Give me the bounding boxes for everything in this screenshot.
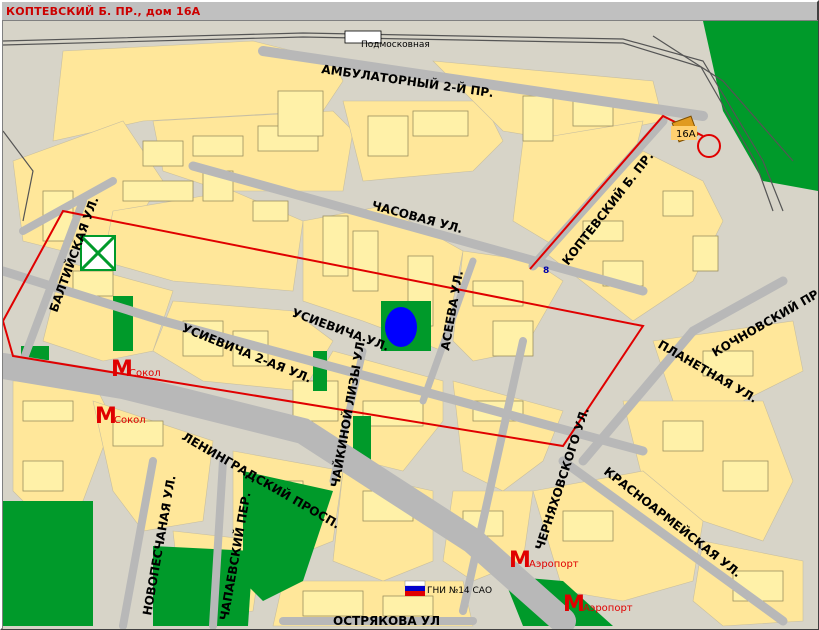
metro-label: Сокол (129, 368, 161, 379)
flag-icon (404, 580, 426, 587)
poi-label: ГНИ №14 САО (427, 586, 492, 596)
house-number-label: 8 (543, 266, 549, 276)
metro-label: Аэропорт (583, 603, 633, 614)
house-label: 16А (676, 129, 696, 140)
title-bar: КОПТЕВСКИЙ Б. ПР., дом 16А (4, 2, 815, 20)
metro-icon: М (563, 592, 585, 617)
flag-stripe-blue (405, 586, 425, 591)
metro-icon: М (509, 548, 531, 573)
station-label: Подмосковная (361, 40, 430, 50)
street-ostryakova: ОСТРЯКОВА УЛ (333, 614, 440, 628)
flag-stripe-red (405, 591, 425, 596)
map-window: КОПТЕВСКИЙ Б. ПР., дом 16А 16А 8 Подмоск… (0, 0, 819, 630)
window-title: КОПТЕВСКИЙ Б. ПР., дом 16А (6, 4, 201, 18)
metro-label: Сокол (114, 415, 146, 426)
map-canvas[interactable]: 16А 8 Подмосковная АМБУЛАТОРНЫЙ 2-Й ПР. … (2, 20, 818, 629)
map-svg[interactable]: 16А 8 Подмосковная АМБУЛАТОРНЫЙ 2-Й ПР. … (3, 21, 818, 629)
metro-label: Аэропорт (529, 559, 579, 570)
